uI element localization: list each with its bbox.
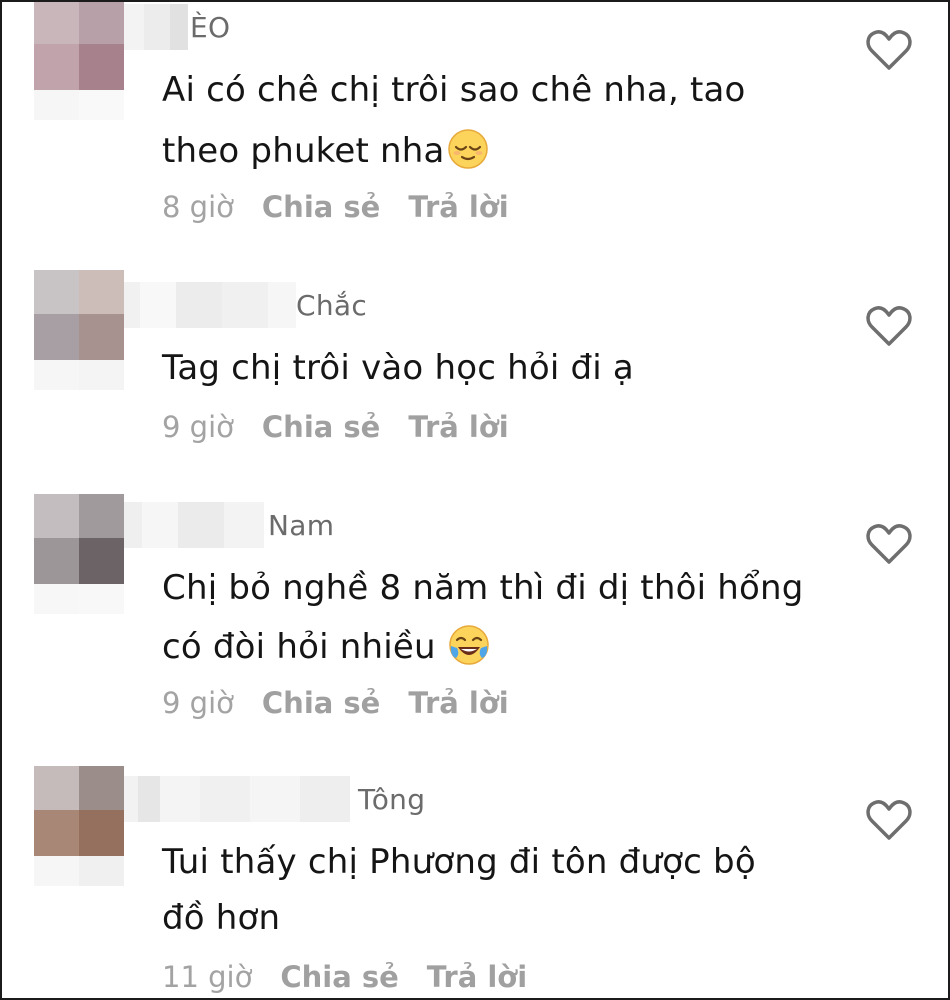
relieved-face-emoji xyxy=(447,129,488,169)
comment-item: Chắc Tag chị trôi vào học hỏi đi ạ 9 giờ… xyxy=(2,252,948,482)
avatar[interactable] xyxy=(34,766,124,886)
username[interactable]: Tông xyxy=(358,783,425,816)
comment-meta: 11 giờ Chia sẻ Trả lời xyxy=(162,960,527,994)
reply-button[interactable]: Trả lời xyxy=(408,190,508,224)
comment-item: Tông Tui thấy chị Phương đi tôn được bộ … xyxy=(2,762,948,998)
reply-button[interactable]: Trả lời xyxy=(408,686,508,720)
comment-text-line: đồ hơn xyxy=(162,898,281,938)
comment-text-line: Tag chị trôi vào học hỏi đi ạ xyxy=(162,348,634,388)
comment-text-line: có đòi hỏi nhiều xyxy=(162,624,490,667)
avatar[interactable] xyxy=(34,270,124,390)
comment-text-line: Chị bỏ nghề 8 năm thì đi dị thôi hổng xyxy=(162,568,804,608)
comment-time: 9 giờ xyxy=(162,686,234,720)
share-button[interactable]: Chia sẻ xyxy=(262,686,380,720)
username-row[interactable]: Nam xyxy=(124,502,334,548)
comment-meta: 9 giờ Chia sẻ Trả lời xyxy=(162,686,509,720)
comment-item: Nam Chị bỏ nghề 8 năm thì đi dị thôi hổn… xyxy=(2,482,948,762)
comment-text-line: Tui thấy chị Phương đi tôn được bộ xyxy=(162,842,756,882)
share-button[interactable]: Chia sẻ xyxy=(262,410,380,444)
avatar[interactable] xyxy=(34,2,124,120)
comment-text-line: Ai có chê chị trôi sao chê nha, tao xyxy=(162,70,746,110)
heart-outline-icon[interactable] xyxy=(864,28,914,72)
username-row[interactable]: Tông xyxy=(124,776,425,822)
comment-time: 9 giờ xyxy=(162,410,234,444)
comment-meta: 9 giờ Chia sẻ Trả lời xyxy=(162,410,509,444)
comment-list: ÈO Ai có chê chị trôi sao chê nha, tao t… xyxy=(0,0,950,1000)
reply-button[interactable]: Trả lời xyxy=(408,410,508,444)
comment-time: 11 giờ xyxy=(162,960,253,994)
reply-button[interactable]: Trả lời xyxy=(427,960,527,994)
heart-outline-icon[interactable] xyxy=(864,522,914,566)
username[interactable]: Chắc xyxy=(296,289,367,322)
comment-text-line: theo phuket nha xyxy=(162,128,489,171)
share-button[interactable]: Chia sẻ xyxy=(262,190,380,224)
tears-of-joy-emoji xyxy=(449,625,489,665)
heart-outline-icon[interactable] xyxy=(864,798,914,842)
comment-item: ÈO Ai có chê chị trôi sao chê nha, tao t… xyxy=(2,2,948,252)
username-row[interactable]: Chắc xyxy=(124,282,367,328)
heart-outline-icon[interactable] xyxy=(864,304,914,348)
comment-meta: 8 giờ Chia sẻ Trả lời xyxy=(162,190,509,224)
avatar[interactable] xyxy=(34,494,124,614)
username[interactable]: ÈO xyxy=(190,11,230,44)
share-button[interactable]: Chia sẻ xyxy=(280,960,398,994)
username[interactable]: Nam xyxy=(268,509,334,542)
username-row[interactable]: ÈO xyxy=(124,4,230,50)
comment-time: 8 giờ xyxy=(162,190,234,224)
